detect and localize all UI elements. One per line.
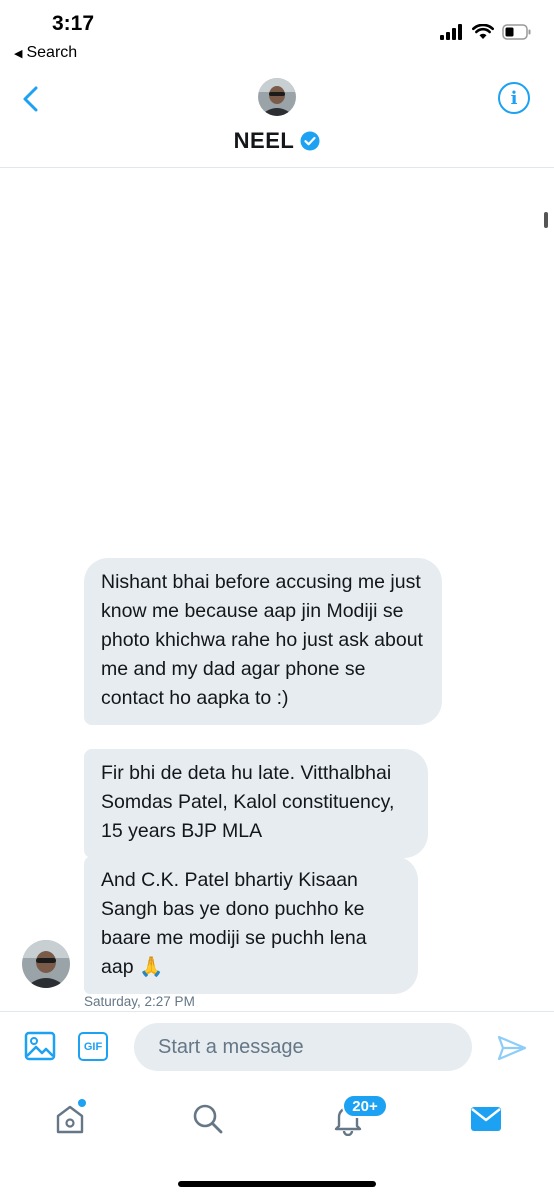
image-icon	[24, 1031, 56, 1061]
conversation-header: NEEL i	[0, 70, 554, 168]
search-icon	[193, 1104, 223, 1134]
mail-icon	[471, 1107, 501, 1131]
status-icons	[440, 24, 532, 40]
message-list: Nishant bhai before accusing me just kno…	[0, 168, 554, 1011]
contact-name: NEEL	[233, 128, 295, 153]
tab-messages[interactable]	[466, 1099, 506, 1139]
message-composer: GIF Start a message	[0, 1011, 554, 1083]
avatar-photo	[22, 940, 70, 988]
back-to-app-label: Search	[26, 44, 78, 61]
header-name-row: NEEL	[0, 128, 554, 154]
message-input-placeholder: Start a message	[158, 1035, 304, 1058]
new-content-dot	[78, 1099, 86, 1107]
status-bar: 3:17 ◀ Search	[0, 0, 554, 70]
home-indicator[interactable]	[178, 1181, 376, 1187]
verified-badge-icon	[300, 131, 320, 151]
gif-label: GIF	[83, 1040, 103, 1053]
battery-icon	[502, 24, 531, 40]
chevron-left-icon	[23, 86, 38, 112]
back-to-app[interactable]: ◀ Search	[14, 44, 77, 62]
message-bubble[interactable]: Fir bhi de deta hu late. Vitthalbhai Som…	[84, 749, 428, 858]
info-icon: i	[510, 87, 518, 109]
status-time: 3:17	[52, 12, 95, 35]
notifications-badge: 20+	[342, 1094, 388, 1118]
home-icon	[56, 1105, 84, 1134]
gif-button[interactable]: GIF	[78, 1032, 108, 1061]
info-button[interactable]: i	[498, 82, 530, 114]
message-input[interactable]: Start a message	[134, 1023, 472, 1071]
back-button[interactable]	[14, 82, 46, 116]
tab-home[interactable]	[50, 1099, 90, 1139]
wifi-icon	[472, 24, 494, 39]
send-icon	[497, 1035, 527, 1061]
message-bubble[interactable]: Nishant bhai before accusing me just kno…	[84, 558, 442, 725]
tab-search[interactable]	[188, 1099, 228, 1139]
header-avatar[interactable]	[258, 78, 296, 116]
signal-icon	[440, 24, 462, 40]
message-bubble[interactable]: And C.K. Patel bhartiy Kisaan Sangh bas …	[84, 856, 418, 994]
back-triangle-icon: ◀	[14, 47, 23, 60]
media-button[interactable]	[24, 1030, 56, 1062]
send-button[interactable]	[496, 1032, 528, 1064]
sender-avatar[interactable]	[22, 940, 70, 988]
avatar-photo	[258, 78, 296, 116]
message-timestamp: Saturday, 2:27 PM	[84, 994, 195, 1009]
